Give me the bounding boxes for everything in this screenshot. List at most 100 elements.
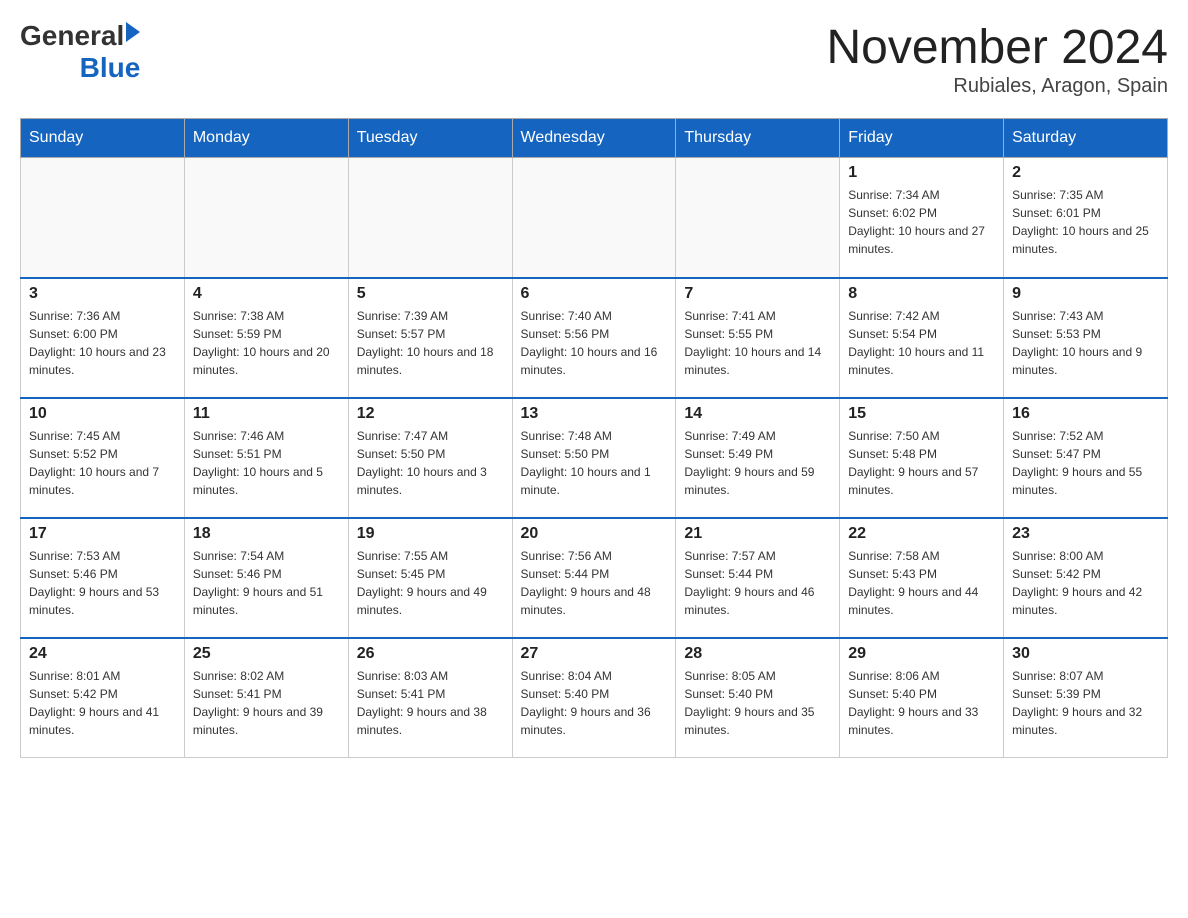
day-info: Sunrise: 7:49 AMSunset: 5:49 PMDaylight:… [684, 427, 831, 499]
day-info: Sunrise: 7:50 AMSunset: 5:48 PMDaylight:… [848, 427, 995, 499]
calendar-day-cell: 29Sunrise: 8:06 AMSunset: 5:40 PMDayligh… [840, 638, 1004, 758]
calendar-week-row: 17 Sunrise: 7:53 AMSunset: 5:46 PMDayligh… [21, 518, 1168, 638]
calendar-day-cell: 8 Sunrise: 7:42 AMSunset: 5:54 PMDaylight… [840, 278, 1004, 398]
day-number: 22 [848, 525, 995, 543]
day-info: Sunrise: 7:52 AMSunset: 5:47 PMDaylight:… [1012, 427, 1159, 499]
day-info: Sunrise: 8:03 AMSunset: 5:41 PMDaylight:… [357, 667, 504, 739]
logo-general: General [20, 20, 124, 52]
day-info: Sunrise: 8:02 AMSunset: 5:41 PMDaylight:… [193, 667, 340, 739]
calendar-table: SundayMondayTuesdayWednesdayThursdayFrid… [20, 118, 1168, 758]
day-number: 26 [357, 645, 504, 663]
calendar-header-row: SundayMondayTuesdayWednesdayThursdayFrid… [21, 119, 1168, 158]
day-info: Sunrise: 7:40 AMSunset: 5:56 PMDaylight:… [521, 307, 668, 379]
day-info: Sunrise: 8:05 AMSunset: 5:40 PMDaylight:… [684, 667, 831, 739]
day-number: 16 [1012, 405, 1159, 423]
day-info: Sunrise: 7:42 AMSunset: 5:54 PMDaylight:… [848, 307, 995, 379]
day-number: 11 [193, 405, 340, 423]
calendar-day-cell [184, 158, 348, 278]
day-info: Sunrise: 7:34 AMSunset: 6:02 PMDaylight:… [848, 186, 995, 258]
day-info: Sunrise: 7:55 AMSunset: 5:45 PMDaylight:… [357, 547, 504, 619]
calendar-day-header: Wednesday [512, 119, 676, 158]
calendar-day-header: Sunday [21, 119, 185, 158]
logo: General Blue [20, 20, 140, 84]
day-number: 28 [684, 645, 831, 663]
calendar-day-cell: 24Sunrise: 8:01 AMSunset: 5:42 PMDayligh… [21, 638, 185, 758]
calendar-day-header: Friday [840, 119, 1004, 158]
day-number: 19 [357, 525, 504, 543]
day-info: Sunrise: 7:46 AMSunset: 5:51 PMDaylight:… [193, 427, 340, 499]
day-info: Sunrise: 7:57 AMSunset: 5:44 PMDaylight:… [684, 547, 831, 619]
day-number: 17 [29, 525, 176, 543]
calendar-week-row: 3 Sunrise: 7:36 AMSunset: 6:00 PMDaylight… [21, 278, 1168, 398]
calendar-day-cell [348, 158, 512, 278]
day-number: 8 [848, 285, 995, 303]
location-title: Rubiales, Aragon, Spain [826, 75, 1168, 98]
day-info: Sunrise: 7:35 AMSunset: 6:01 PMDaylight:… [1012, 186, 1159, 258]
calendar-day-cell: 30Sunrise: 8:07 AMSunset: 5:39 PMDayligh… [1004, 638, 1168, 758]
calendar-day-cell: 14 Sunrise: 7:49 AMSunset: 5:49 PMDayligh… [676, 398, 840, 518]
day-number: 4 [193, 285, 340, 303]
calendar-day-cell: 11 Sunrise: 7:46 AMSunset: 5:51 PMDayligh… [184, 398, 348, 518]
day-number: 18 [193, 525, 340, 543]
day-number: 9 [1012, 285, 1159, 303]
calendar-day-cell: 6Sunrise: 7:40 AMSunset: 5:56 PMDaylight… [512, 278, 676, 398]
calendar-day-cell: 3 Sunrise: 7:36 AMSunset: 6:00 PMDaylight… [21, 278, 185, 398]
calendar-day-cell: 26 Sunrise: 8:03 AMSunset: 5:41 PMDayligh… [348, 638, 512, 758]
calendar-day-cell: 16 Sunrise: 7:52 AMSunset: 5:47 PMDayligh… [1004, 398, 1168, 518]
calendar-day-cell: 4 Sunrise: 7:38 AMSunset: 5:59 PMDaylight… [184, 278, 348, 398]
calendar-day-cell: 25Sunrise: 8:02 AMSunset: 5:41 PMDayligh… [184, 638, 348, 758]
calendar-day-header: Monday [184, 119, 348, 158]
calendar-day-cell: 12 Sunrise: 7:47 AMSunset: 5:50 PMDayligh… [348, 398, 512, 518]
day-info: Sunrise: 7:39 AMSunset: 5:57 PMDaylight:… [357, 307, 504, 379]
calendar-day-cell [21, 158, 185, 278]
day-info: Sunrise: 7:41 AMSunset: 5:55 PMDaylight:… [684, 307, 831, 379]
calendar-day-cell: 27Sunrise: 8:04 AMSunset: 5:40 PMDayligh… [512, 638, 676, 758]
month-title: November 2024 [826, 20, 1168, 75]
calendar-week-row: 1Sunrise: 7:34 AMSunset: 6:02 PMDaylight… [21, 158, 1168, 278]
calendar-day-header: Thursday [676, 119, 840, 158]
day-info: Sunrise: 7:47 AMSunset: 5:50 PMDaylight:… [357, 427, 504, 499]
day-number: 21 [684, 525, 831, 543]
day-number: 24 [29, 645, 176, 663]
calendar-day-cell: 10Sunrise: 7:45 AMSunset: 5:52 PMDayligh… [21, 398, 185, 518]
day-number: 13 [521, 405, 668, 423]
day-info: Sunrise: 8:07 AMSunset: 5:39 PMDaylight:… [1012, 667, 1159, 739]
calendar-day-cell: 22Sunrise: 7:58 AMSunset: 5:43 PMDayligh… [840, 518, 1004, 638]
day-number: 3 [29, 285, 176, 303]
day-info: Sunrise: 7:45 AMSunset: 5:52 PMDaylight:… [29, 427, 176, 499]
logo-arrow-icon [126, 22, 140, 42]
day-number: 20 [521, 525, 668, 543]
day-number: 2 [1012, 164, 1159, 182]
day-info: Sunrise: 7:48 AMSunset: 5:50 PMDaylight:… [521, 427, 668, 499]
calendar-day-cell: 17 Sunrise: 7:53 AMSunset: 5:46 PMDayligh… [21, 518, 185, 638]
day-info: Sunrise: 7:54 AMSunset: 5:46 PMDaylight:… [193, 547, 340, 619]
calendar-day-cell: 28 Sunrise: 8:05 AMSunset: 5:40 PMDayligh… [676, 638, 840, 758]
day-info: Sunrise: 7:56 AMSunset: 5:44 PMDaylight:… [521, 547, 668, 619]
day-number: 27 [521, 645, 668, 663]
day-number: 15 [848, 405, 995, 423]
calendar-week-row: 10Sunrise: 7:45 AMSunset: 5:52 PMDayligh… [21, 398, 1168, 518]
day-info: Sunrise: 7:43 AMSunset: 5:53 PMDaylight:… [1012, 307, 1159, 379]
day-number: 14 [684, 405, 831, 423]
calendar-day-cell: 21 Sunrise: 7:57 AMSunset: 5:44 PMDayligh… [676, 518, 840, 638]
calendar-day-cell: 2 Sunrise: 7:35 AMSunset: 6:01 PMDaylight… [1004, 158, 1168, 278]
day-info: Sunrise: 7:53 AMSunset: 5:46 PMDaylight:… [29, 547, 176, 619]
calendar-day-header: Tuesday [348, 119, 512, 158]
calendar-day-cell: 23Sunrise: 8:00 AMSunset: 5:42 PMDayligh… [1004, 518, 1168, 638]
calendar-day-cell: 19 Sunrise: 7:55 AMSunset: 5:45 PMDayligh… [348, 518, 512, 638]
calendar-day-cell: 1Sunrise: 7:34 AMSunset: 6:02 PMDaylight… [840, 158, 1004, 278]
logo-blue: Blue [80, 52, 141, 84]
calendar-day-cell: 5Sunrise: 7:39 AMSunset: 5:57 PMDaylight… [348, 278, 512, 398]
calendar-day-cell: 9 Sunrise: 7:43 AMSunset: 5:53 PMDaylight… [1004, 278, 1168, 398]
day-number: 12 [357, 405, 504, 423]
calendar-week-row: 24Sunrise: 8:01 AMSunset: 5:42 PMDayligh… [21, 638, 1168, 758]
calendar-day-cell [676, 158, 840, 278]
title-area: November 2024 Rubiales, Aragon, Spain [826, 20, 1168, 98]
day-number: 7 [684, 285, 831, 303]
day-info: Sunrise: 8:00 AMSunset: 5:42 PMDaylight:… [1012, 547, 1159, 619]
day-info: Sunrise: 7:36 AMSunset: 6:00 PMDaylight:… [29, 307, 176, 379]
day-info: Sunrise: 8:06 AMSunset: 5:40 PMDaylight:… [848, 667, 995, 739]
calendar-day-header: Saturday [1004, 119, 1168, 158]
calendar-day-cell: 13 Sunrise: 7:48 AMSunset: 5:50 PMDayligh… [512, 398, 676, 518]
day-info: Sunrise: 7:38 AMSunset: 5:59 PMDaylight:… [193, 307, 340, 379]
